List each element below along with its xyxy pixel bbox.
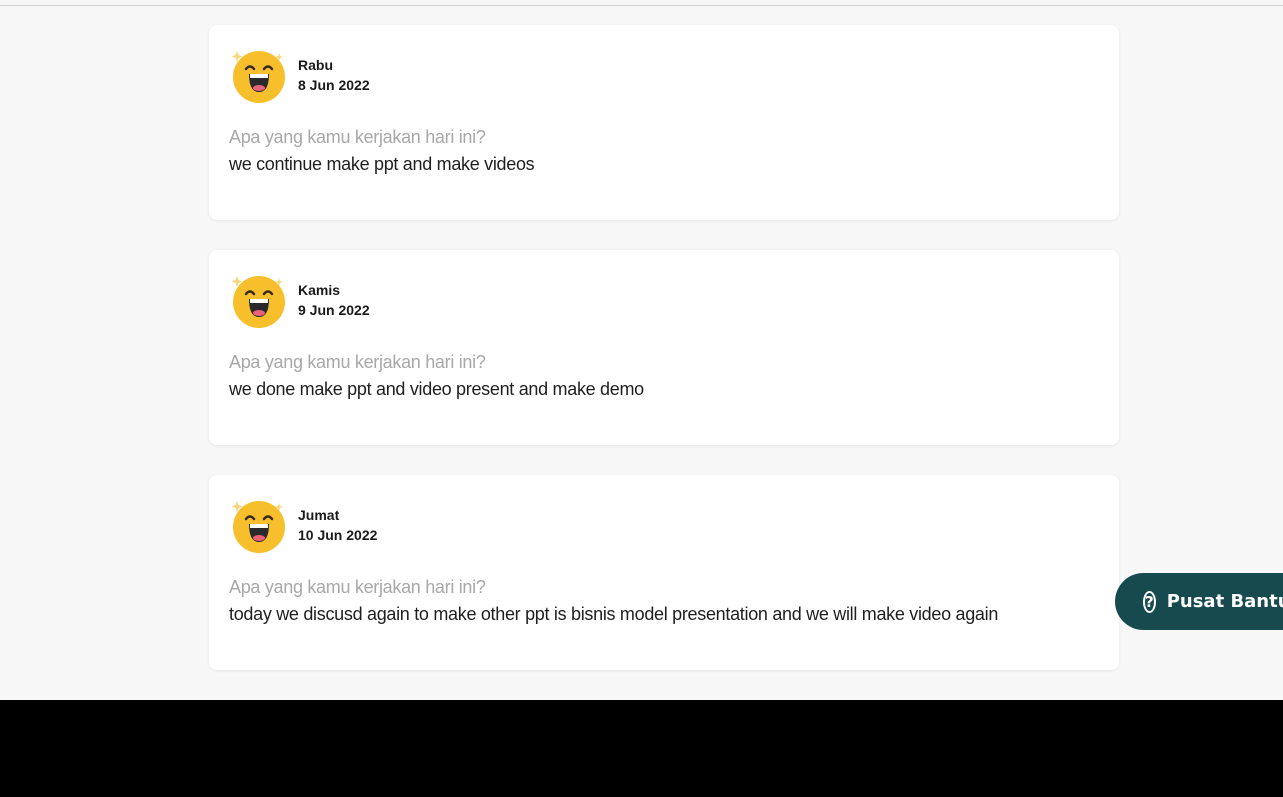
laughing-face-icon	[231, 272, 287, 328]
help-center-button[interactable]: ? Pusat Bantuan	[1115, 573, 1283, 630]
entry-header: Jumat 10 Jun 2022	[231, 497, 377, 553]
entry-day: Rabu	[298, 57, 333, 73]
entry-answer: today we discusd again to make other ppt…	[229, 604, 999, 624]
laughing-face-icon	[231, 47, 287, 103]
entry-question: Apa yang kamu kerjakan hari ini?	[229, 352, 486, 372]
entry-day: Jumat	[298, 507, 340, 523]
entry-day: Kamis	[298, 282, 341, 298]
journal-entry-list: Rabu 8 Jun 2022 Apa yang kamu kerjakan h…	[209, 25, 1119, 700]
entry-date-block: Kamis 9 Jun 2022	[298, 280, 370, 320]
black-footer-area	[0, 700, 1283, 797]
help-center-label: Pusat Bantuan	[1166, 591, 1283, 612]
journal-entry-card: Kamis 9 Jun 2022 Apa yang kamu kerjakan …	[209, 250, 1119, 445]
question-circle-icon: ?	[1143, 590, 1156, 613]
entry-answer: we continue make ppt and make videos	[229, 154, 535, 174]
entry-date-block: Rabu 8 Jun 2022	[298, 55, 370, 95]
entry-date: 8 Jun 2022	[298, 77, 370, 93]
entry-date: 10 Jun 2022	[298, 527, 378, 543]
entry-date-block: Jumat 10 Jun 2022	[298, 505, 377, 545]
entry-question: Apa yang kamu kerjakan hari ini?	[229, 577, 486, 597]
entry-date: 9 Jun 2022	[298, 302, 370, 318]
entry-question: Apa yang kamu kerjakan hari ini?	[229, 127, 486, 147]
page-background: Rabu 8 Jun 2022 Apa yang kamu kerjakan h…	[0, 0, 1283, 700]
entry-header: Kamis 9 Jun 2022	[231, 272, 370, 328]
journal-entry-card: Rabu 8 Jun 2022 Apa yang kamu kerjakan h…	[209, 25, 1119, 220]
entry-header: Rabu 8 Jun 2022	[231, 47, 370, 103]
laughing-face-icon	[231, 497, 287, 553]
journal-entry-card: Jumat 10 Jun 2022 Apa yang kamu kerjakan…	[209, 475, 1119, 670]
entry-answer: we done make ppt and video present and m…	[229, 379, 644, 399]
top-divider	[0, 5, 1283, 6]
